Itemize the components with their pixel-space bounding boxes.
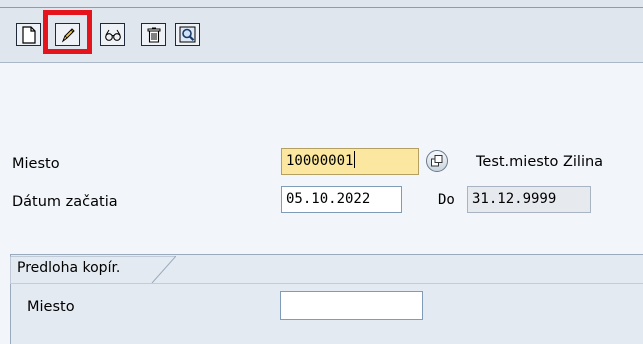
group-divider [10,283,643,284]
text-cursor [354,151,356,168]
value-help-button[interactable] [426,150,448,172]
location-description: Test.miesto Zilina [476,154,604,170]
tab-copy-template-label: Predloha kopír. [17,260,121,276]
new-document-icon [22,26,36,44]
template-location-input[interactable] [280,291,423,320]
location-input[interactable]: 10000001 [281,148,419,175]
value-help-icon [431,155,443,167]
template-location-label: Miesto [27,299,75,315]
application-toolbar [0,8,643,63]
search-icon [179,26,196,43]
start-date-label: Dátum začatia [12,194,118,210]
display-button[interactable] [100,23,125,46]
location-input-value: 10000001 [286,153,354,169]
start-date-input[interactable]: 05.10.2022 [281,186,402,213]
location-label: Miesto [12,156,60,172]
glasses-icon [105,29,121,41]
end-date-field: 31.12.9999 [467,186,591,213]
to-label: Do [438,192,455,208]
change-button-highlight [43,10,92,54]
title-strip [0,0,643,8]
trash-icon [147,27,161,43]
find-button[interactable] [175,23,200,46]
create-button[interactable] [16,23,41,46]
delete-button[interactable] [141,23,166,46]
tab-copy-template[interactable]: Predloha kopír. [10,256,176,283]
